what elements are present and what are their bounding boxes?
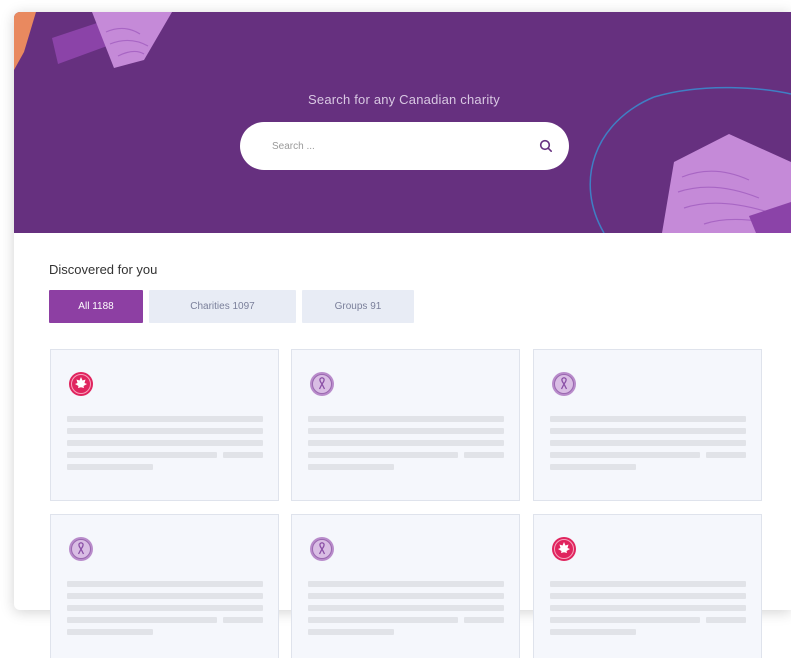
tab-groups[interactable]: Groups 91 [302, 290, 414, 323]
skeleton-line [550, 581, 746, 587]
skeleton-line [308, 416, 504, 422]
skeleton-line [67, 416, 263, 422]
hero-title: Search for any Canadian charity [308, 92, 500, 107]
skeleton-line [550, 428, 746, 434]
skeleton-line [550, 416, 746, 422]
ribbon-icon [69, 537, 93, 561]
skeleton-line [67, 593, 263, 599]
skeleton-line [550, 452, 700, 458]
charity-card[interactable] [50, 514, 279, 658]
skeleton-line [67, 452, 217, 458]
search-bar[interactable] [240, 122, 569, 170]
maple-leaf-icon [69, 372, 93, 396]
skeleton-line [308, 593, 504, 599]
tab-all[interactable]: All 1188 [49, 290, 143, 323]
skeleton-line [67, 440, 263, 446]
skeleton-line [223, 452, 263, 458]
skeleton-line [550, 464, 636, 470]
maple-leaf-icon [552, 537, 576, 561]
skeleton-line [308, 581, 504, 587]
filter-tabs: All 1188 Charities 1097 Groups 91 [49, 290, 414, 323]
skeleton-line [67, 464, 153, 470]
charity-card[interactable] [533, 349, 762, 501]
ribbon-icon [552, 372, 576, 396]
tab-charities[interactable]: Charities 1097 [149, 290, 296, 323]
skeleton-line [308, 452, 458, 458]
skeleton-line [308, 617, 458, 623]
skeleton-line [67, 605, 263, 611]
ribbon-icon [310, 372, 334, 396]
skeleton-line [67, 428, 263, 434]
skeleton-line [550, 440, 746, 446]
charity-card[interactable] [291, 349, 520, 501]
skeleton-line [223, 617, 263, 623]
skeleton-line [706, 452, 746, 458]
skeleton-line [308, 440, 504, 446]
charity-card[interactable] [291, 514, 520, 658]
skeleton-line [67, 617, 217, 623]
skeleton-line [464, 617, 504, 623]
search-input[interactable] [240, 122, 523, 170]
ribbon-icon [310, 537, 334, 561]
charity-card[interactable] [533, 514, 762, 658]
search-icon [539, 139, 552, 152]
search-button[interactable] [523, 122, 569, 170]
skeleton-line [308, 605, 504, 611]
hero-banner: Search for any Canadian charity [14, 12, 791, 233]
skeleton-line [464, 452, 504, 458]
skeleton-line [308, 428, 504, 434]
skeleton-line [550, 605, 746, 611]
section-title: Discovered for you [49, 262, 158, 277]
skeleton-line [308, 629, 394, 635]
charity-card[interactable] [50, 349, 279, 501]
skeleton-line [550, 593, 746, 599]
skeleton-line [67, 581, 263, 587]
skeleton-line [706, 617, 746, 623]
skeleton-line [67, 629, 153, 635]
skeleton-line [550, 617, 700, 623]
skeleton-line [550, 629, 636, 635]
skeleton-line [308, 464, 394, 470]
